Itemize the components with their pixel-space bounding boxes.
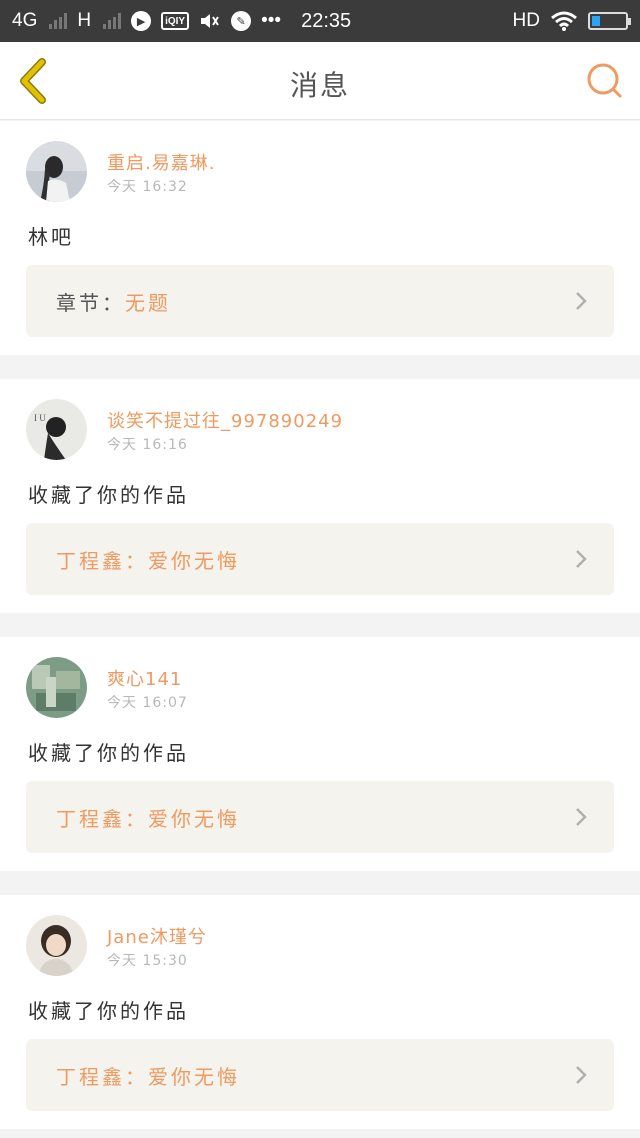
- ref-label: 丁程鑫：: [56, 1064, 148, 1089]
- more-dots: •••: [261, 10, 282, 31]
- avatar[interactable]: [26, 141, 87, 202]
- user-name[interactable]: 谈笑不提过往_997890249: [107, 407, 343, 433]
- chevron-right-icon: [576, 292, 587, 310]
- ref-label: 章节：: [56, 290, 125, 315]
- wifi-icon: [550, 10, 578, 32]
- avatar[interactable]: [26, 915, 87, 976]
- work-reference[interactable]: 丁程鑫： 爱你无悔: [26, 1039, 614, 1111]
- message-card: I U 谈笑不提过往_997890249 今天 16:16 收藏了你的作品 丁程…: [0, 379, 640, 613]
- chevron-right-icon: [576, 808, 587, 826]
- hd-indicator: HD: [512, 10, 540, 31]
- chevron-right-icon: [576, 550, 587, 568]
- message-card: 爽心141 今天 16:07 收藏了你的作品 丁程鑫： 爱你无悔: [0, 637, 640, 871]
- message-list: 重启.易嘉琳. 今天 16:32 林吧 章节： 无题 I U 谈笑不提过往_99…: [0, 121, 640, 1138]
- ref-value: 爱你无悔: [148, 1064, 240, 1089]
- message-card: 重启.易嘉琳. 今天 16:32 林吧 章节： 无题: [0, 121, 640, 355]
- ref-value: 无题: [125, 290, 171, 315]
- avatar[interactable]: [26, 657, 87, 718]
- message-text: 收藏了你的作品: [28, 999, 189, 1023]
- network-h: H: [77, 10, 92, 31]
- svg-text:I U: I U: [34, 413, 46, 423]
- timestamp: 今天 15:30: [107, 953, 188, 969]
- palette-icon: ✎: [231, 11, 252, 31]
- message-card: Jane沐瑾兮 今天 15:30 收藏了你的作品 丁程鑫： 爱你无悔: [0, 895, 640, 1129]
- page-title: 消息: [289, 69, 350, 102]
- search-icon: [587, 63, 622, 98]
- avatar[interactable]: I U: [26, 399, 87, 460]
- message-text: 收藏了你的作品: [28, 483, 189, 507]
- message-text: 收藏了你的作品: [28, 741, 189, 765]
- timestamp: 今天 16:07: [107, 695, 188, 711]
- work-reference[interactable]: 丁程鑫： 爱你无悔: [26, 523, 614, 595]
- timestamp: 今天 16:16: [107, 437, 188, 453]
- ref-value: 爱你无悔: [148, 548, 240, 573]
- message-text: 林吧: [28, 225, 74, 249]
- mute-icon: [199, 12, 221, 30]
- ref-label: 丁程鑫：: [56, 806, 148, 831]
- chevron-right-icon: [576, 1066, 587, 1084]
- signal-icon-2: [103, 13, 122, 29]
- battery-icon: [588, 12, 631, 30]
- timestamp: 今天 16:32: [107, 179, 188, 195]
- chapter-reference[interactable]: 章节： 无题: [26, 265, 614, 337]
- signal-icon: [49, 13, 68, 29]
- network-4g: 4G: [12, 10, 38, 31]
- user-name[interactable]: 爽心141: [107, 665, 182, 691]
- work-reference[interactable]: 丁程鑫： 爱你无悔: [26, 781, 614, 853]
- iqiyi-icon: iQIY: [161, 12, 190, 30]
- user-name[interactable]: Jane沐瑾兮: [107, 923, 207, 949]
- user-name[interactable]: 重启.易嘉琳.: [107, 149, 215, 175]
- clock: 22:35: [301, 9, 352, 32]
- ref-value: 爱你无悔: [148, 806, 240, 831]
- play-icon: ▶: [131, 11, 152, 31]
- ref-label: 丁程鑫：: [56, 548, 148, 573]
- app-header: 消息: [0, 42, 640, 120]
- status-bar: 4G H ▶ iQIY ✎ ••• 22:35 HD: [0, 0, 640, 42]
- search-button[interactable]: [584, 60, 626, 102]
